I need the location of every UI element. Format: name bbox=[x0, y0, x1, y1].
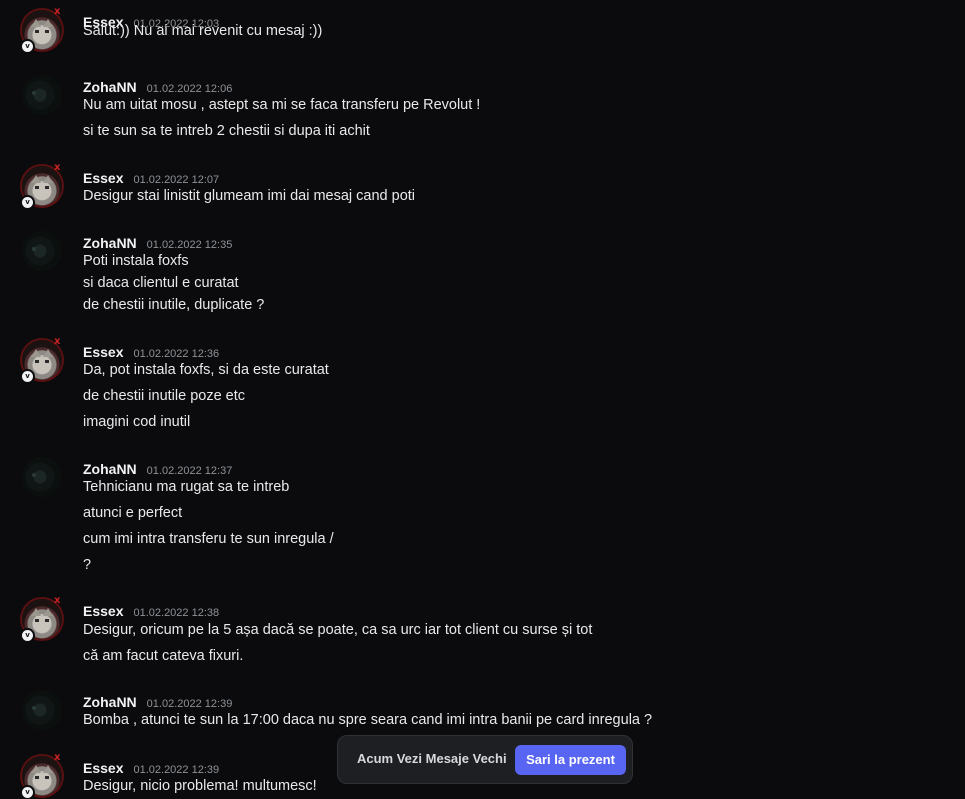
essex-avatar-icon[interactable]: vx bbox=[20, 752, 62, 799]
cat-ear-icon bbox=[43, 19, 53, 27]
cat-eyes-icon bbox=[35, 186, 49, 189]
jump-to-present-bar: Acum Vezi Mesaje Vechi Sari la prezent bbox=[337, 735, 633, 784]
viewing-older-messages-label: Acum Vezi Mesaje Vechi bbox=[357, 751, 507, 766]
cat-eyes-icon bbox=[35, 619, 49, 622]
username[interactable]: Essex bbox=[83, 760, 123, 776]
decoration-mark-icon: x bbox=[54, 752, 61, 763]
message-header: Essex 01.02.2022 12:39 bbox=[83, 758, 219, 776]
timestamp: 01.02.2022 12:39 bbox=[133, 764, 220, 776]
essex-avatar-icon[interactable]: vx bbox=[20, 6, 62, 54]
message-text: că am facut cateva fixuri. bbox=[83, 648, 244, 664]
username[interactable]: Essex bbox=[83, 344, 123, 360]
status-badge-icon: v bbox=[20, 39, 35, 54]
message-header: Essex 01.02.2022 12:07 bbox=[83, 168, 219, 186]
message-text: Poti instala foxfs bbox=[83, 253, 189, 269]
status-badge-icon: v bbox=[20, 785, 35, 799]
decoration-mark-icon: x bbox=[54, 336, 61, 347]
username[interactable]: ZohaNN bbox=[83, 79, 137, 95]
cat-ear-icon bbox=[31, 175, 41, 183]
message-text: ? bbox=[83, 557, 92, 573]
message-text: Da, pot instala foxfs, si da este curata… bbox=[83, 362, 329, 378]
dark-avatar-icon bbox=[32, 247, 36, 251]
message-header: ZohaNN 01.02.2022 12:35 bbox=[83, 233, 232, 251]
timestamp: 01.02.2022 12:35 bbox=[146, 239, 233, 251]
message-text: cum imi intra transferu te sun inregula … bbox=[83, 531, 334, 547]
status-badge-icon: v bbox=[20, 628, 35, 643]
essex-avatar-icon[interactable]: vx bbox=[20, 595, 62, 643]
message-header: ZohaNN 01.02.2022 12:37 bbox=[83, 459, 232, 477]
message-text: imagini cod inutil bbox=[83, 414, 191, 430]
decoration-mark-icon: x bbox=[54, 162, 61, 173]
message-text: Desigur, nicio problema! multumesc! bbox=[83, 778, 317, 794]
status-badge-icon: v bbox=[20, 369, 35, 384]
zohann-avatar-icon[interactable] bbox=[22, 75, 62, 115]
message-text: Nu am uitat mosu , astept sa mi se faca … bbox=[83, 97, 481, 113]
timestamp: 01.02.2022 12:36 bbox=[133, 348, 220, 360]
message-text: Desigur stai linistit glumeam imi dai me… bbox=[83, 188, 416, 204]
message-text: Salut:)) Nu ai mai revenit cu mesaj :)) bbox=[83, 23, 323, 39]
cat-ear-icon bbox=[43, 349, 53, 357]
timestamp: 01.02.2022 12:39 bbox=[146, 698, 233, 710]
timestamp: 01.02.2022 12:37 bbox=[146, 465, 233, 477]
message-header: ZohaNN 01.02.2022 12:06 bbox=[83, 77, 232, 95]
zohann-avatar-icon[interactable] bbox=[22, 690, 62, 730]
cat-ear-icon bbox=[31, 608, 41, 616]
zohann-avatar-icon[interactable] bbox=[22, 457, 62, 497]
cat-ear-icon bbox=[31, 19, 41, 27]
cat-eyes-icon bbox=[35, 360, 49, 363]
status-badge-icon: v bbox=[20, 195, 35, 210]
decoration-mark-icon: x bbox=[54, 595, 61, 606]
message-text: Bomba , atunci te sun la 17:00 daca nu s… bbox=[83, 712, 653, 728]
essex-avatar-icon[interactable]: vx bbox=[20, 336, 62, 384]
message-text: si te sun sa te intreb 2 chestii si dupa… bbox=[83, 123, 370, 139]
dark-avatar-icon bbox=[32, 473, 36, 477]
dark-avatar-icon bbox=[32, 91, 36, 95]
cat-eyes-icon bbox=[35, 776, 49, 779]
decoration-mark-icon: x bbox=[54, 6, 61, 17]
cat-ear-icon bbox=[31, 765, 41, 773]
message-text: de chestii inutile poze etc bbox=[83, 388, 246, 404]
timestamp: 01.02.2022 12:07 bbox=[133, 174, 220, 186]
message-header: Essex 01.02.2022 12:38 bbox=[83, 601, 219, 619]
message-text: atunci e perfect bbox=[83, 505, 183, 521]
timestamp: 01.02.2022 12:38 bbox=[133, 607, 220, 619]
zohann-avatar-icon[interactable] bbox=[22, 231, 62, 271]
message-text: si daca clientul e curatat bbox=[83, 275, 239, 291]
message-text: Desigur, oricum pe la 5 așa dacă se poat… bbox=[83, 622, 593, 638]
essex-avatar-icon[interactable]: vx bbox=[20, 162, 62, 210]
cat-ear-icon bbox=[43, 765, 53, 773]
jump-to-present-button[interactable]: Sari la prezent bbox=[515, 745, 626, 775]
cat-ear-icon bbox=[43, 175, 53, 183]
message-text: de chestii inutile, duplicate ? bbox=[83, 297, 265, 313]
timestamp: 01.02.2022 12:06 bbox=[146, 83, 233, 95]
dark-avatar-icon bbox=[32, 706, 36, 710]
chat-message-list[interactable]: v x Essex 01.02.2022 12:03 Salut:)) Nu ai ma… bbox=[0, 0, 965, 799]
username[interactable]: Essex bbox=[83, 170, 123, 186]
message-header: Essex 01.02.2022 12:36 bbox=[83, 342, 219, 360]
cat-ear-icon bbox=[31, 349, 41, 357]
cat-ear-icon bbox=[43, 608, 53, 616]
message-text: Tehnicianu ma rugat sa te intreb bbox=[83, 479, 290, 495]
username[interactable]: ZohaNN bbox=[83, 461, 137, 477]
username[interactable]: ZohaNN bbox=[83, 235, 137, 251]
cat-eyes-icon bbox=[35, 30, 49, 33]
username[interactable]: Essex bbox=[83, 603, 123, 619]
username[interactable]: ZohaNN bbox=[83, 694, 137, 710]
message-header: ZohaNN 01.02.2022 12:39 bbox=[83, 692, 232, 710]
